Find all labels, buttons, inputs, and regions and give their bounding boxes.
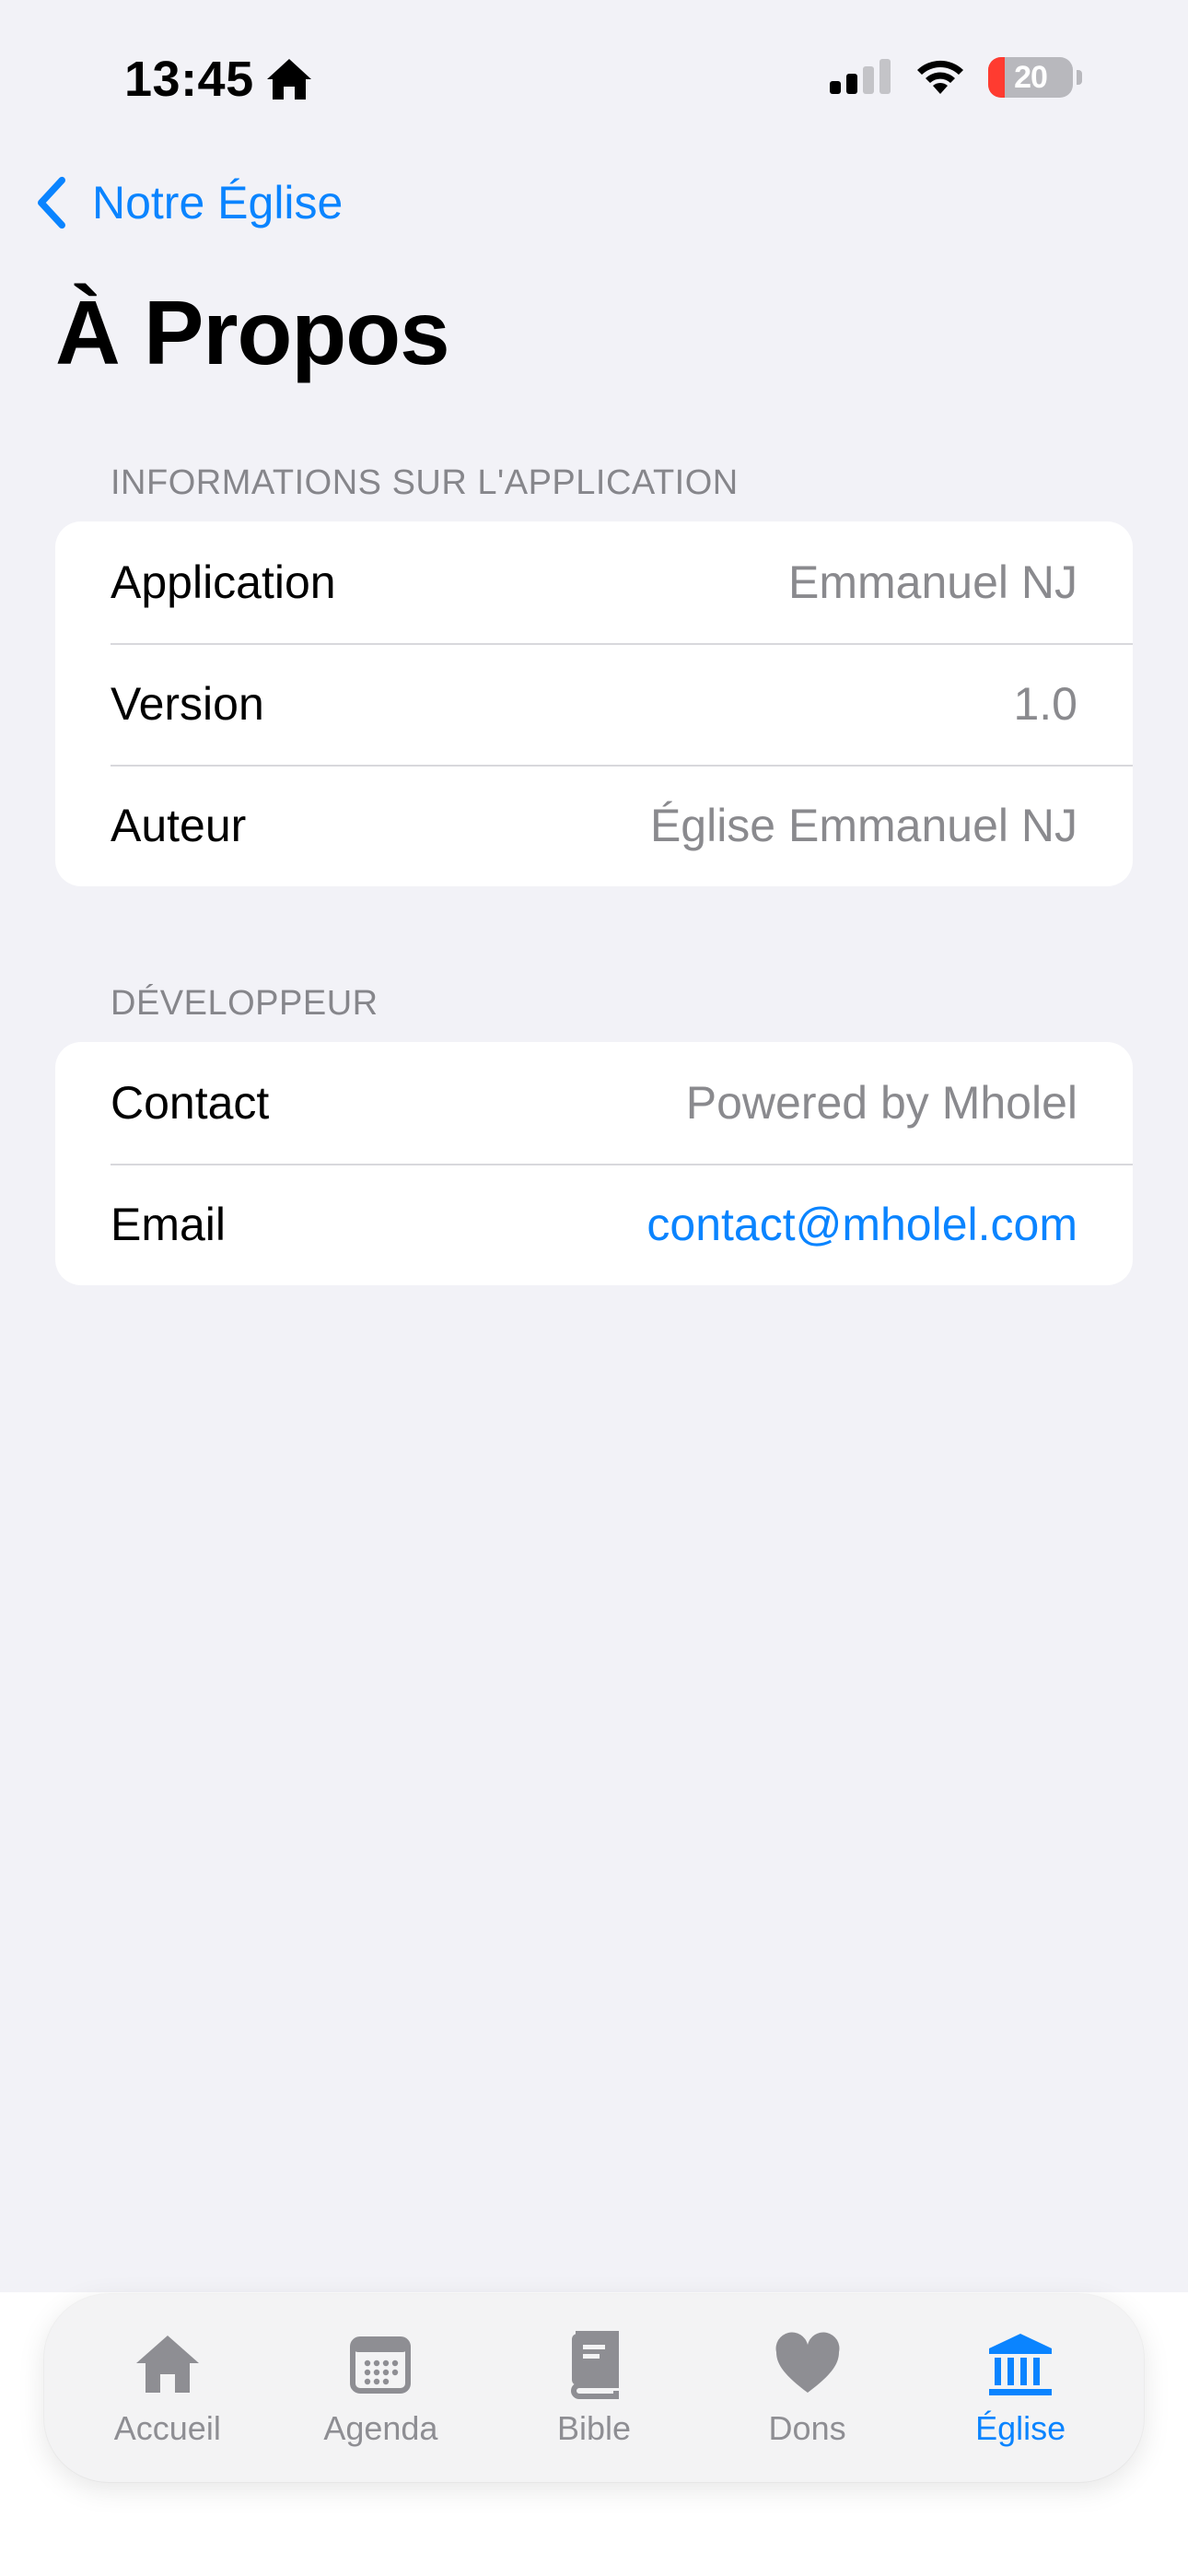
house-icon <box>135 2336 199 2393</box>
status-time: 13:45 <box>124 51 313 108</box>
heart-icon <box>775 2332 840 2393</box>
back-button-label: Notre Église <box>92 177 344 228</box>
page-title: À Propos <box>55 282 450 383</box>
row-label: Auteur <box>111 800 247 851</box>
section-header-developer: DÉVELOPPEUR <box>111 984 379 1023</box>
row-contact: Contact Powered by Mholel <box>55 1042 1133 1164</box>
home-status-icon <box>266 59 311 100</box>
tab-bible[interactable]: Bible <box>493 2328 695 2448</box>
row-label: Application <box>111 556 336 608</box>
row-label: Contact <box>111 1077 270 1129</box>
wifi-icon <box>917 60 963 94</box>
tab-label: Dons <box>768 2409 846 2447</box>
row-application: Application Emmanuel NJ <box>55 521 1133 643</box>
row-email[interactable]: Email contact@mholel.com <box>55 1164 1133 1285</box>
app-info-group: Application Emmanuel NJ Version 1.0 Aute… <box>55 521 1133 886</box>
tab-bar: Accueil Agenda Bible Dons Église <box>44 2294 1144 2482</box>
row-label: Version <box>111 678 264 730</box>
back-button[interactable]: Notre Église <box>33 175 343 230</box>
row-label: Email <box>111 1199 227 1250</box>
battery-fill <box>988 57 1006 98</box>
row-value: Emmanuel NJ <box>788 556 1077 608</box>
tab-label: Église <box>975 2409 1066 2447</box>
tab-label: Bible <box>556 2409 632 2447</box>
tab-label: Accueil <box>113 2409 221 2447</box>
book-icon <box>571 2331 619 2399</box>
email-link[interactable]: contact@mholel.com <box>646 1198 1077 1251</box>
cellular-signal-icon <box>830 59 891 94</box>
battery-cap <box>1077 70 1082 85</box>
battery-level-text: 20 <box>1014 59 1048 95</box>
calendar-icon <box>350 2336 412 2394</box>
tab-eglise[interactable]: Église <box>919 2328 1122 2448</box>
chevron-left-icon <box>38 176 65 229</box>
tab-agenda[interactable]: Agenda <box>279 2328 482 2448</box>
row-value: Église Emmanuel NJ <box>649 800 1077 851</box>
tab-dons[interactable]: Dons <box>706 2328 909 2448</box>
building-columns-icon <box>989 2334 1053 2395</box>
battery-indicator: 20 <box>988 57 1073 98</box>
row-author: Auteur Église Emmanuel NJ <box>55 765 1133 886</box>
row-value: Powered by Mholel <box>685 1077 1077 1129</box>
row-value: 1.0 <box>1013 678 1077 730</box>
section-header-app-info: INFORMATIONS SUR L'APPLICATION <box>111 463 739 502</box>
developer-group: Contact Powered by Mholel Email contact@… <box>55 1042 1133 1285</box>
status-indicators: 20 <box>830 57 1082 98</box>
row-version: Version 1.0 <box>55 643 1133 765</box>
tab-label: Agenda <box>323 2409 438 2447</box>
tab-accueil[interactable]: Accueil <box>66 2328 269 2448</box>
status-bar: 13:45 20 <box>0 0 1188 157</box>
status-time-text: 13:45 <box>124 52 254 107</box>
